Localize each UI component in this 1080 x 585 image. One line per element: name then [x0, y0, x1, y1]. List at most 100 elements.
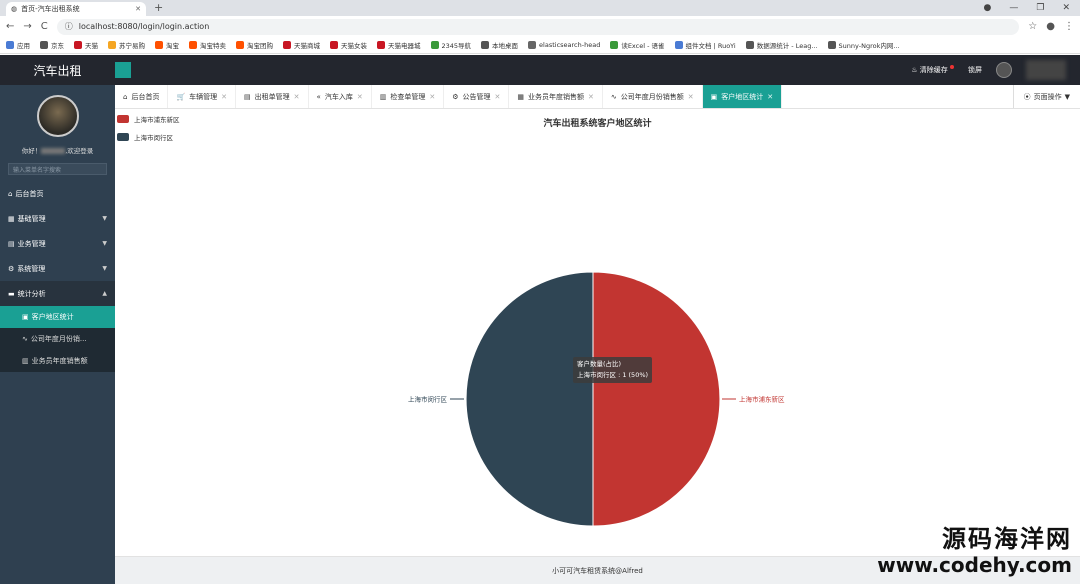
username-blurred[interactable] [1026, 60, 1066, 80]
sidebar-item[interactable]: ▦基础管理▼ [0, 206, 115, 231]
menu-toggle-button[interactable] [115, 62, 131, 78]
close-tab-icon[interactable]: ✕ [767, 93, 773, 101]
bookmark-item[interactable]: 应用 [6, 40, 30, 50]
chart-line-icon: ∿ [22, 335, 28, 343]
bookmark-item[interactable]: 组件文档 | RuoYi [675, 40, 736, 50]
browser-tab[interactable]: ◍ 首页-汽车出租系统 ✕ [6, 2, 146, 16]
close-tab-icon[interactable]: ✕ [294, 93, 300, 101]
sidebar-item[interactable]: ⌂后台首页 [0, 181, 115, 206]
bookmark-label: 淘宝团购 [247, 40, 273, 50]
tab-icon: ▤ [244, 93, 251, 101]
forward-icon[interactable]: → [23, 21, 31, 32]
bookmark-item[interactable]: 天猫 [74, 40, 98, 50]
sidebar-item-label: 基础管理 [18, 214, 46, 224]
bookmark-item[interactable]: 天猫商城 [283, 40, 320, 50]
browser-tab-strip: ◍ 首页-汽车出租系统 ✕ + ● — ❐ ✕ [0, 0, 1080, 16]
sidebar-item[interactable]: ⚙系统管理▼ [0, 256, 115, 281]
clear-cache-button[interactable]: ♨ 清除缓存 [911, 65, 954, 75]
pie-slice[interactable] [593, 272, 720, 526]
bookmark-label: 苏宁易购 [119, 40, 145, 50]
page-operations-dropdown[interactable]: ⦿ 页面操作 ▼ [1013, 85, 1080, 108]
app-header: 汽车出租 ♨ 清除缓存 锁屏 [0, 55, 1080, 85]
close-tab-icon[interactable]: ✕ [135, 5, 141, 13]
close-tab-icon[interactable]: ✕ [221, 93, 227, 101]
bookmark-item[interactable]: 数据源统计 - Leag... [746, 40, 818, 50]
bookmark-label: 淘宝特卖 [200, 40, 226, 50]
back-icon[interactable]: ← [6, 21, 14, 32]
close-tab-icon[interactable]: ✕ [588, 93, 594, 101]
tab-icon: ▦ [517, 93, 524, 101]
menu-search-input[interactable]: 输入菜单名字搜索 [8, 163, 107, 175]
list-icon: ▤ [8, 240, 15, 248]
page-tab[interactable]: ▤ 出租单管理 ✕ [236, 85, 309, 108]
new-tab-button[interactable]: + [154, 2, 163, 16]
bookmark-favicon-icon [189, 41, 197, 49]
pie-slice[interactable] [466, 272, 593, 526]
sidebar-subitem[interactable]: ∿公司年度月份销... [0, 328, 115, 350]
bookmark-item[interactable]: 读Excel - 语雀 [610, 40, 664, 50]
bookmark-label: 2345导航 [442, 40, 472, 50]
minimize-button[interactable]: — [1009, 3, 1018, 13]
maximize-button[interactable]: ❐ [1036, 3, 1044, 13]
bookmark-item[interactable]: Sunny-Ngrok内网... [828, 40, 900, 50]
lock-screen-button[interactable]: 锁屏 [968, 65, 982, 75]
bookmark-item[interactable]: 淘宝特卖 [189, 40, 226, 50]
close-tab-icon[interactable]: ✕ [688, 93, 694, 101]
page-tab[interactable]: ⚙公告管理✕ [444, 85, 509, 108]
page-tab[interactable]: 🛒车辆管理✕ [168, 85, 236, 108]
bookmark-favicon-icon [528, 41, 536, 49]
bookmark-item[interactable]: elasticsearch-head [528, 41, 600, 49]
close-tab-icon[interactable]: ✕ [429, 93, 435, 101]
home-icon: ⌂ [8, 190, 12, 198]
star-icon[interactable]: ☆ [1028, 21, 1037, 32]
bookmark-favicon-icon [377, 41, 385, 49]
bookmark-item[interactable]: 天猫女装 [330, 40, 367, 50]
page-tab[interactable]: ▣客户地区统计✕ [703, 85, 783, 108]
close-tab-icon[interactable]: ✕ [495, 93, 501, 101]
sidebar-item[interactable]: ▤业务管理▼ [0, 231, 115, 256]
bookmark-item[interactable]: 天猫电器城 [377, 40, 421, 50]
bookmark-favicon-icon [610, 41, 618, 49]
bookmark-item[interactable]: 京东 [40, 40, 64, 50]
bookmark-favicon-icon [675, 41, 683, 49]
profile-circle-icon[interactable]: ● [984, 3, 992, 13]
reload-icon[interactable]: C [41, 21, 48, 32]
address-bar-row: ← → C ⓘ localhost:8080/login/login.actio… [0, 16, 1080, 37]
caret-icon: ▲ [102, 290, 107, 297]
page-tab[interactable]: «汽车入库✕ [309, 85, 372, 108]
bookmark-item[interactable]: 苏宁易购 [108, 40, 145, 50]
page-tab[interactable]: ⌂后台首页 [115, 85, 168, 108]
bookmark-favicon-icon [330, 41, 338, 49]
sidebar-subitem[interactable]: ▥业务员年度销售额 [0, 350, 115, 372]
bar-icon: ▥ [22, 357, 29, 365]
url-field[interactable]: ⓘ localhost:8080/login/login.action [57, 19, 1020, 35]
sidebar-item[interactable]: ▬统计分析▲ [0, 281, 115, 306]
bookmark-favicon-icon [108, 41, 116, 49]
bookmark-favicon-icon [40, 41, 48, 49]
tab-label: 汽车入库 [325, 92, 353, 102]
tab-label: 出租单管理 [255, 92, 290, 102]
more-icon[interactable]: ⋮ [1064, 21, 1074, 32]
user-avatar[interactable] [996, 62, 1012, 78]
caret-down-icon: ▼ [1065, 93, 1070, 101]
welcome-prefix: 你好！ [22, 147, 42, 155]
tab-label: 公告管理 [463, 92, 491, 102]
bookmark-item[interactable]: 本地桌面 [481, 40, 518, 50]
sidebar-item-label: 统计分析 [18, 289, 46, 299]
pie-slice-label: 上海市浦东新区 [739, 395, 785, 404]
close-tab-icon[interactable]: ✕ [357, 93, 363, 101]
account-icon[interactable]: ● [1046, 21, 1055, 32]
tab-label: 客户地区统计 [721, 92, 763, 102]
bookmark-item[interactable]: 淘宝团购 [236, 40, 273, 50]
bookmark-item[interactable]: 淘宝 [155, 40, 179, 50]
page-tab[interactable]: ∿公司年度月份销售额✕ [603, 85, 703, 108]
page-tab[interactable]: ▦业务员年度销售额✕ [509, 85, 603, 108]
bookmark-item[interactable]: 2345导航 [431, 40, 472, 50]
bookmark-favicon-icon [155, 41, 163, 49]
page-tab[interactable]: ▥检查单管理✕ [372, 85, 445, 108]
tab-icon: ⌂ [123, 93, 127, 101]
bookmark-favicon-icon [828, 41, 836, 49]
sidebar-subitem[interactable]: ▣客户地区统计 [0, 306, 115, 328]
bookmark-label: 本地桌面 [492, 40, 518, 50]
close-window-button[interactable]: ✕ [1062, 3, 1070, 13]
